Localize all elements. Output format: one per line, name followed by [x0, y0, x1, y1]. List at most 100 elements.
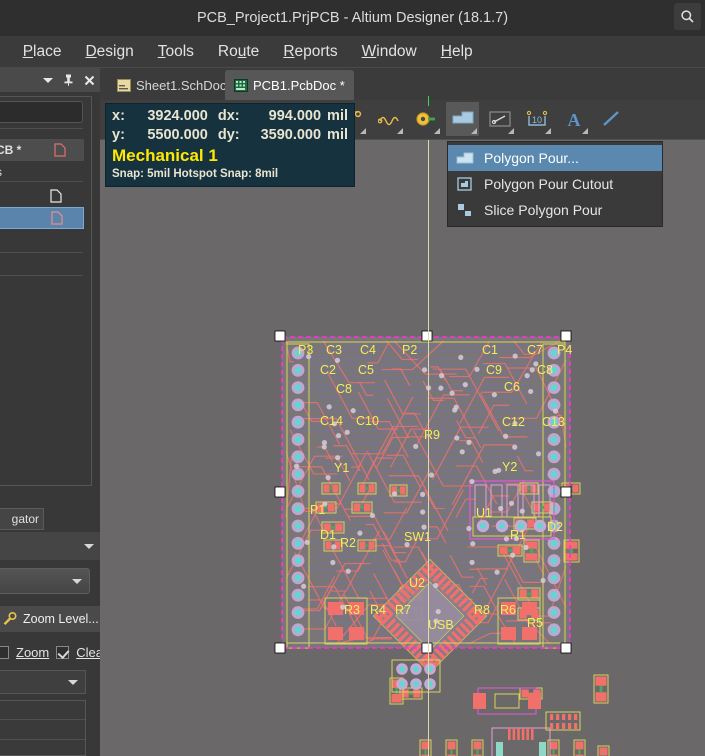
crosshair-vertical — [428, 140, 429, 756]
panel-dropdown-icon[interactable] — [43, 77, 53, 83]
chevron-down-icon[interactable] — [84, 543, 94, 549]
svg-text:U2: U2 — [409, 576, 425, 590]
project-row-pcbdoc-selected[interactable] — [0, 207, 84, 229]
dropdown-corner-icon[interactable] — [508, 128, 514, 134]
svg-text:C2: C2 — [320, 363, 336, 377]
polygon-pour-icon — [456, 152, 474, 164]
list-divider — [0, 719, 85, 720]
divider — [0, 181, 83, 182]
search-button[interactable] — [674, 3, 701, 30]
project-row-label: s — [0, 165, 2, 179]
pin-icon[interactable] — [63, 74, 74, 86]
altium-designer-window: PCB_Project1.PrjPCB - Altium Designer (1… — [0, 0, 705, 756]
panel-header — [0, 68, 100, 92]
menu-ect[interactable]: ect — [0, 36, 11, 68]
place-track-button[interactable] — [594, 102, 627, 136]
pcb-object-list[interactable] — [0, 700, 86, 756]
project-search-input[interactable] — [0, 101, 83, 123]
document-icon-red — [51, 211, 63, 225]
chevron-down-icon — [68, 679, 78, 685]
svg-text:A: A — [567, 110, 580, 129]
svg-text:P3: P3 — [298, 343, 313, 357]
dropdown-corner-icon[interactable] — [360, 128, 366, 134]
project-row-source[interactable]: s — [0, 161, 84, 183]
dropdown-corner-icon[interactable] — [397, 128, 403, 134]
svg-text:C6: C6 — [504, 380, 520, 394]
snap-settings-label: Snap: 5mil Hotspot Snap: 8mil — [112, 168, 279, 180]
menu-item-list: ectPlaceDesignToolsRouteReportsWindowHel… — [0, 36, 485, 68]
place-polygon-pour-button[interactable] — [446, 102, 479, 136]
tab-pcb1-pcbdoc[interactable]: PCB1.PcbDoc * — [225, 70, 354, 100]
list-divider — [0, 739, 85, 740]
divider — [0, 252, 83, 253]
pcb-icon — [234, 78, 248, 92]
pcb-navigator-tab[interactable]: gator — [0, 508, 44, 530]
dropdown-corner-icon[interactable] — [434, 128, 440, 134]
differential-pair-routing-button[interactable] — [372, 102, 405, 136]
zoom-level-label: Zoom Level... — [23, 612, 99, 626]
pcb-board-graphic: P3 C3 C4 P2 C1 C7 P4 C2 C5 C9 C8 C8 C6 C14 C10 C12 C13 R9… — [274, 330, 610, 756]
menu-design[interactable]: Design — [73, 36, 145, 68]
svg-text:10: 10 — [531, 115, 541, 125]
projects-tree: CB * s — [0, 92, 100, 490]
svg-text:C13: C13 — [542, 415, 565, 429]
dx-label: dx: — [217, 108, 240, 124]
svg-text:P4: P4 — [557, 343, 572, 357]
polygon-pour-icon — [452, 111, 473, 124]
menu-place[interactable]: Place — [11, 36, 74, 68]
menu-tools[interactable]: Tools — [146, 36, 206, 68]
window-title: PCB_Project1.PrjPCB - Altium Designer (1… — [196, 10, 509, 26]
dy-value: 3590.000 — [260, 127, 322, 143]
svg-text:R3: R3 — [344, 603, 360, 617]
title-bar: PCB_Project1.PrjPCB - Altium Designer (1… — [0, 0, 705, 36]
menu-window[interactable]: Window — [350, 36, 429, 68]
svg-text:C14: C14 — [320, 414, 343, 428]
menu-item-label: Slice Polygon Pour — [484, 202, 603, 218]
document-tab-bar: Sheet1.SchDoc PCB1.PcbDoc * — [100, 68, 705, 100]
text-icon: A — [567, 110, 580, 129]
menu-item-slice-polygon-pour[interactable]: Slice Polygon Pour — [448, 197, 662, 223]
project-row-sch[interactable] — [0, 185, 84, 207]
svg-text:C4: C4 — [360, 343, 376, 357]
differential-pair-icon — [377, 116, 399, 126]
svg-text:D1: D1 — [320, 528, 336, 542]
schematic-icon — [117, 78, 131, 92]
coordinate-readout: x: 3924.000 dx: 994.000 mil y: 5500.000 … — [105, 103, 355, 187]
tab-sheet1-schdoc[interactable]: Sheet1.SchDoc — [108, 70, 235, 100]
svg-text:U1: U1 — [476, 506, 492, 520]
menu-item-polygon-pour[interactable]: Polygon Pour... — [448, 145, 662, 171]
clear-checkbox[interactable] — [56, 645, 70, 659]
svg-text:C10: C10 — [356, 414, 379, 428]
place-string-button[interactable]: A — [557, 102, 590, 136]
polygon-cutout-icon — [457, 177, 472, 191]
dropdown-corner-icon[interactable] — [582, 128, 588, 134]
place-line-button[interactable] — [483, 102, 516, 136]
project-row-label: CB * — [0, 143, 22, 157]
y-value: 5500.000 — [147, 127, 208, 143]
place-via-button[interactable] — [409, 102, 442, 136]
document-icon-white — [50, 189, 62, 203]
dropdown-corner-icon[interactable] — [471, 128, 477, 134]
pcb-panel: gator Zoom Level... Zoom Clear — [0, 500, 107, 756]
pcb-object-select[interactable] — [0, 568, 90, 594]
menu-reports[interactable]: Reports — [271, 36, 349, 68]
menu-item-label: Polygon Pour Cutout — [484, 176, 614, 192]
svg-text:D2: D2 — [547, 520, 563, 534]
pcb-canvas[interactable]: P3 C3 C4 P2 C1 C7 P4 C2 C5 C9 C8 C8 C6 C14 C10 C12 C13 R9… — [100, 140, 705, 756]
close-icon[interactable] — [84, 75, 95, 86]
menu-bar: ectPlaceDesignToolsRouteReportsWindowHel… — [0, 36, 705, 68]
menu-help[interactable]: Help — [429, 36, 485, 68]
dropdown-corner-icon[interactable] — [545, 128, 551, 134]
zoom-level-button[interactable]: Zoom Level... — [0, 606, 100, 632]
pcb-filter-select[interactable] — [0, 670, 86, 694]
menu-route[interactable]: Route — [206, 36, 271, 68]
zoom-checkbox[interactable] — [0, 645, 9, 659]
svg-text:R1: R1 — [510, 528, 526, 542]
crosshair-tick — [428, 96, 429, 106]
tab-label: PCB1.PcbDoc * — [253, 77, 345, 93]
place-dimension-button[interactable]: 10 — [520, 102, 553, 136]
menu-item-polygon-pour-cutout[interactable]: Polygon Pour Cutout — [448, 171, 662, 197]
svg-text:C8: C8 — [336, 382, 352, 396]
tab-label: Sheet1.SchDoc — [136, 77, 227, 93]
project-row-pcb[interactable]: CB * — [0, 139, 84, 161]
